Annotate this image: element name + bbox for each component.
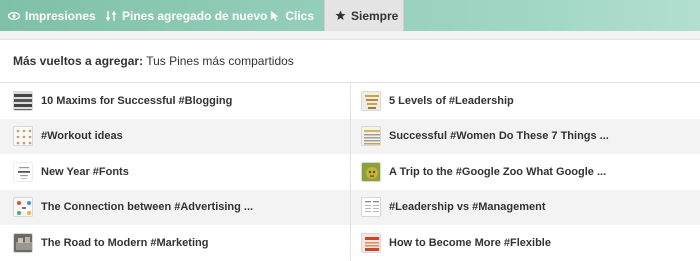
marketing-thumbnail-icon: [13, 232, 33, 253]
tab-label: Siempre: [351, 8, 399, 23]
pin-title: A Trip to the #Google Zoo What Google ..…: [389, 165, 607, 178]
advertising-thumbnail-icon: [13, 197, 33, 218]
tab-impresiones[interactable]: Impresiones: [0, 0, 96, 31]
panel-heading: Más vueltos a agregar: Tus Pines más com…: [0, 39, 700, 83]
pin-item[interactable]: 5 Levels of #Leadership: [350, 83, 700, 119]
pin-title: The Road to Modern #Marketing: [41, 236, 209, 249]
repin-icon: [106, 10, 117, 22]
management-thumbnail-icon: [361, 197, 381, 218]
pin-item[interactable]: The Road to Modern #Marketing: [0, 225, 350, 261]
stripes-thumbnail-icon: [13, 90, 33, 111]
pin-item[interactable]: The Connection between #Advertising ...: [0, 189, 350, 225]
leadership-thumbnail-icon: [361, 90, 381, 111]
tab-label: Pines agregado de nuevo: [122, 8, 268, 23]
pin-item[interactable]: New Year #Fonts: [0, 154, 350, 190]
flexible-thumbnail-icon: [361, 232, 381, 253]
pin-title: #Leadership vs #Management: [389, 201, 546, 214]
top-pins-panel: Más vueltos a agregar: Tus Pines más com…: [0, 31, 700, 261]
pin-title: New Year #Fonts: [41, 165, 129, 178]
pin-title: How to Become More #Flexible: [389, 236, 551, 249]
pin-item[interactable]: How to Become More #Flexible: [350, 225, 700, 261]
cursor-icon: [269, 10, 280, 22]
tab-label: Clics: [285, 8, 314, 23]
pin-title: Successful #Women Do These 7 Things ...: [389, 130, 609, 143]
pin-title: #Workout ideas: [41, 130, 123, 143]
pins-grid: 10 Maxims for Successful #Blogging 5 Lev…: [0, 83, 700, 261]
fonts-thumbnail-icon: [13, 161, 33, 182]
pin-item[interactable]: #Leadership vs #Management: [350, 189, 700, 225]
pin-item[interactable]: #Workout ideas: [0, 118, 350, 154]
tab-clics[interactable]: Clics: [259, 0, 324, 31]
tab-siempre[interactable]: Siempre: [324, 0, 404, 31]
pin-title: 5 Levels of #Leadership: [389, 94, 514, 107]
pin-title: 10 Maxims for Successful #Blogging: [41, 94, 233, 107]
table-row: New Year #Fonts A Trip to the #Google Zo…: [0, 154, 700, 190]
google-zoo-thumbnail-icon: [361, 161, 381, 182]
panel-heading-bold: Más vueltos a agregar:: [13, 54, 144, 68]
pin-item[interactable]: Successful #Women Do These 7 Things ...: [350, 118, 700, 154]
tab-pines-agregado[interactable]: Pines agregado de nuevo: [96, 0, 267, 31]
workout-grid-thumbnail-icon: [13, 126, 33, 147]
eye-icon: [8, 10, 20, 22]
tab-label: Impresiones: [25, 8, 96, 23]
table-row: The Connection between #Advertising ... …: [0, 189, 700, 225]
women-thumbnail-icon: [361, 126, 381, 147]
pin-item[interactable]: A Trip to the #Google Zoo What Google ..…: [350, 154, 700, 190]
table-row: The Road to Modern #Marketing How to Bec…: [0, 225, 700, 261]
table-row: 10 Maxims for Successful #Blogging 5 Lev…: [0, 83, 700, 119]
table-row: #Workout ideas Successful #Women Do Thes…: [0, 118, 700, 154]
analytics-tab-bar: Impresiones Pines agregado de nuevo Clic…: [0, 0, 700, 31]
star-icon: [335, 10, 346, 22]
pin-title: The Connection between #Advertising ...: [41, 201, 254, 214]
panel-heading-rest: Tus Pines más compartidos: [146, 54, 294, 68]
pin-item[interactable]: 10 Maxims for Successful #Blogging: [0, 83, 350, 119]
